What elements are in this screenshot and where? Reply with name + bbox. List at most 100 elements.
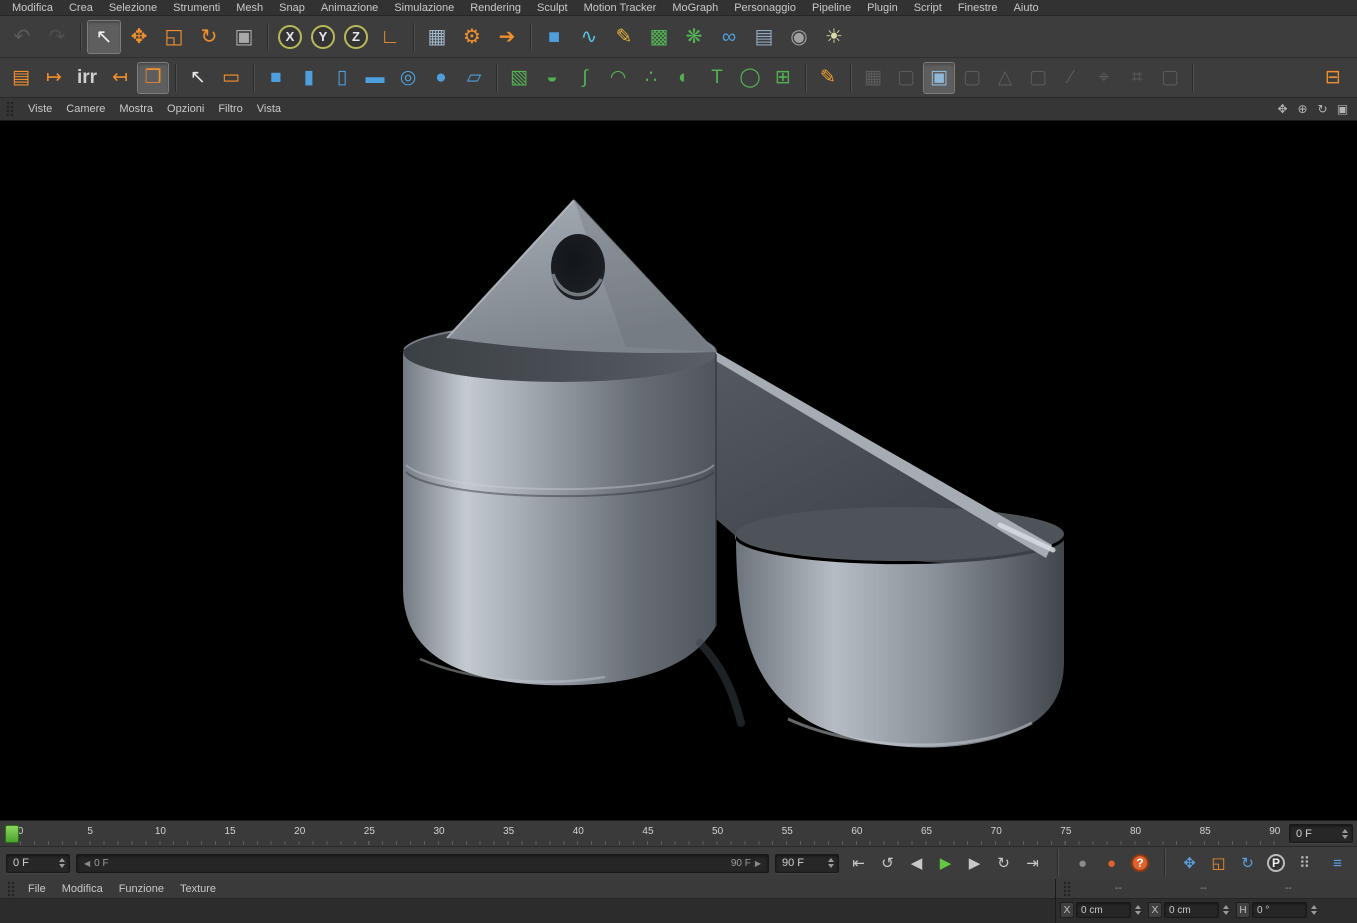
freehand-pen-button[interactable]: ✎ <box>607 20 641 54</box>
instance-icon[interactable]: ◯ <box>734 62 766 94</box>
move-tool-icon[interactable]: ✥ <box>122 20 156 54</box>
sphere-primitive-icon[interactable]: ● <box>425 62 457 94</box>
pan-view-icon[interactable]: ✥ <box>1274 101 1291 118</box>
timeline-ruler[interactable]: 0 5 10 15 20 25 30 35 40 45 50 55 60 65 70 75 80 85 90 0 F <box>0 820 1357 846</box>
timeline-layout-button[interactable]: ≡ <box>1324 851 1351 875</box>
panel-grip-handle[interactable] <box>7 880 15 897</box>
record-pla-button[interactable]: ⠿ <box>1291 851 1318 875</box>
menu-item-personaggio[interactable]: Personaggio <box>726 1 804 15</box>
menu-item-strumenti[interactable]: Strumenti <box>165 1 228 15</box>
menu-item-file[interactable]: File <box>20 882 54 896</box>
timeline-playhead[interactable] <box>5 825 19 843</box>
menu-item-mograph[interactable]: MoGraph <box>664 1 726 15</box>
floor-button[interactable]: ▤ <box>747 20 781 54</box>
cylinder-primitive-icon[interactable]: ▮ <box>293 62 325 94</box>
menu-item-opzioni[interactable]: Opzioni <box>160 102 211 116</box>
render-settings-button[interactable]: ⚙ <box>455 20 489 54</box>
menu-item-animazione[interactable]: Animazione <box>313 1 386 15</box>
material-manager-body[interactable] <box>0 899 1055 923</box>
preview-window-icon[interactable]: ❒ <box>137 61 169 94</box>
menu-item-funzione[interactable]: Funzione <box>111 882 172 896</box>
next-frame-button[interactable]: ▶ <box>961 851 988 875</box>
coordinate-stepper[interactable] <box>1311 905 1317 915</box>
metaball-button[interactable]: ∞ <box>712 20 746 54</box>
zoom-view-icon[interactable]: ⊕ <box>1294 101 1311 118</box>
record-scale-button[interactable]: ◱ <box>1205 851 1232 875</box>
rectangle-selection-icon[interactable]: ▭ <box>215 62 247 94</box>
preview-range-stepper[interactable] <box>1342 828 1348 839</box>
autokey-button[interactable]: ? <box>1131 854 1149 872</box>
menu-item-selezione[interactable]: Selezione <box>101 1 165 15</box>
plane-primitive-icon[interactable]: ▱ <box>458 62 490 94</box>
subdivision-icon[interactable]: ▧ <box>503 62 535 94</box>
cube-primitive-icon[interactable]: ■ <box>260 62 292 94</box>
loft-icon[interactable]: ◠ <box>602 62 634 94</box>
menu-item-crea[interactable]: Crea <box>61 1 101 15</box>
end-frame-field[interactable]: 90 F <box>775 853 839 873</box>
menu-item-aiuto[interactable]: Aiuto <box>1006 1 1047 15</box>
coordinate-value-input[interactable]: 0 cm <box>1076 902 1131 918</box>
record-position-button[interactable]: ✥ <box>1176 851 1203 875</box>
goto-end-button[interactable]: ⇥ <box>1019 851 1046 875</box>
prev-key-button[interactable]: ↺ <box>874 851 901 875</box>
lock-z-axis-button[interactable]: Z <box>344 24 368 49</box>
menu-item-script[interactable]: Script <box>906 1 950 15</box>
timeline-range-slider[interactable]: ◀ 0 F 90 F ▶ <box>76 853 769 873</box>
menu-item-camere[interactable]: Camere <box>59 102 112 116</box>
menu-item-simulazione[interactable]: Simulazione <box>386 1 462 15</box>
rotate-tool-icon[interactable]: ↻ <box>192 20 226 54</box>
menu-item-texture[interactable]: Texture <box>172 882 224 896</box>
menu-item-finestre[interactable]: Finestre <box>950 1 1006 15</box>
panel-grip-handle[interactable] <box>1063 880 1071 897</box>
record-objects-button[interactable]: ● <box>1069 851 1096 875</box>
current-frame-field[interactable]: 0 F <box>6 853 70 873</box>
preview-range-field[interactable]: 0 F <box>1289 824 1353 843</box>
render-view-button[interactable]: ▦ <box>420 20 454 54</box>
menu-item-pipeline[interactable]: Pipeline <box>804 1 859 15</box>
prev-frame-button[interactable]: ◀ <box>903 851 930 875</box>
measure-scale-icon[interactable]: ⊟ <box>1317 62 1349 94</box>
boole-icon[interactable]: ◐ <box>668 62 700 94</box>
end-frame-stepper[interactable] <box>828 858 834 868</box>
lathe-icon[interactable]: ◒ <box>536 62 568 94</box>
menu-item-mostra[interactable]: Mostra <box>112 102 160 116</box>
array-icon[interactable]: ⊞ <box>767 62 799 94</box>
sculpt-pen-icon[interactable]: ✎ <box>812 62 844 94</box>
live-selection-tool-icon[interactable]: ↖ <box>87 19 121 54</box>
camera-button[interactable]: ◉ <box>782 20 816 54</box>
record-parameter-button[interactable]: P <box>1267 854 1285 872</box>
flush-caches-icon[interactable]: ↤ <box>104 62 136 94</box>
menu-item-rendering[interactable]: Rendering <box>462 1 529 15</box>
toggle-view-icon[interactable]: ▣ <box>1334 101 1351 118</box>
coordinate-system-button[interactable]: ∟ <box>373 20 407 54</box>
menu-item-modifica[interactable]: Modifica <box>54 882 111 896</box>
cloner-button[interactable]: ❋ <box>677 20 711 54</box>
menu-item-filtro[interactable]: Filtro <box>211 102 249 116</box>
menu-item-plugin[interactable]: Plugin <box>859 1 906 15</box>
disc-primitive-icon[interactable]: ▬ <box>359 62 391 94</box>
text-object-icon[interactable]: T <box>701 62 733 94</box>
menu-item-sculpt[interactable]: Sculpt <box>529 1 576 15</box>
menu-item-mesh[interactable]: Mesh <box>228 1 271 15</box>
current-mode-icon[interactable]: ▣ <box>923 61 955 94</box>
menu-item-snap[interactable]: Snap <box>271 1 313 15</box>
spline-pen-button[interactable]: ∿ <box>572 20 606 54</box>
sweep-icon[interactable]: ∫ <box>569 62 601 94</box>
coordinate-stepper[interactable] <box>1135 905 1141 915</box>
subdivision-surface-button[interactable]: ▩ <box>642 20 676 54</box>
last-used-tool-icon[interactable]: ▣ <box>227 20 261 54</box>
render-preview-icon[interactable]: ▤ <box>5 62 37 94</box>
lock-y-axis-button[interactable]: Y <box>311 24 335 49</box>
make-preview-icon[interactable]: ↦ <box>38 62 70 94</box>
menu-item-motion-tracker[interactable]: Motion Tracker <box>576 1 665 15</box>
coordinate-value-input[interactable]: 0 ° <box>1252 902 1307 918</box>
atom-array-icon[interactable]: ∴ <box>635 62 667 94</box>
render-queue-button[interactable]: ➔ <box>490 20 524 54</box>
lock-x-axis-button[interactable]: X <box>278 24 302 49</box>
record-keyframe-button[interactable]: ● <box>1098 851 1125 875</box>
scale-tool-icon[interactable]: ◱ <box>157 20 191 54</box>
next-key-button[interactable]: ↻ <box>990 851 1017 875</box>
menu-item-viste[interactable]: Viste <box>21 102 59 116</box>
coordinate-value-input[interactable]: 0 cm <box>1164 902 1219 918</box>
tube-primitive-icon[interactable]: ▯ <box>326 62 358 94</box>
